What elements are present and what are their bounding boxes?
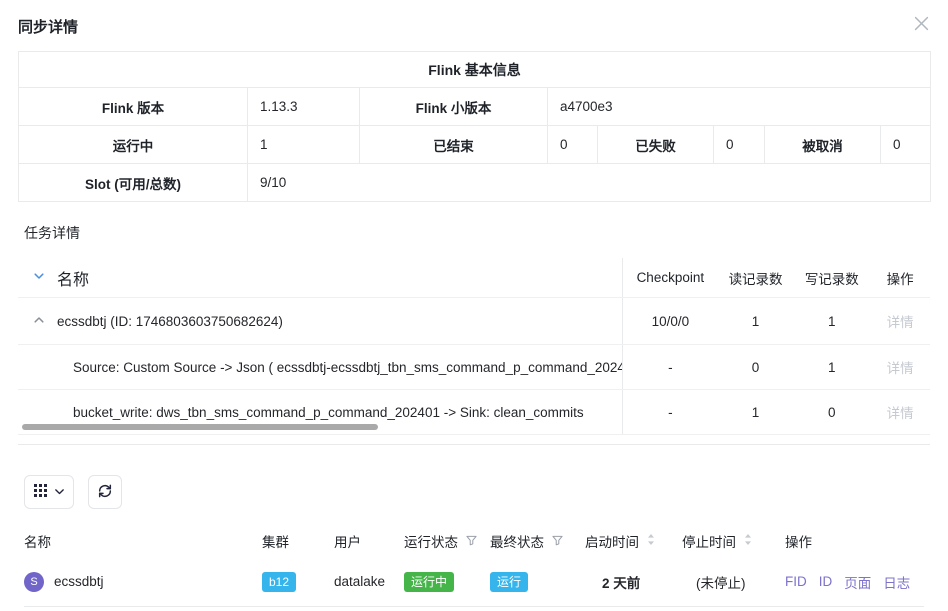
task-read-count: 1	[718, 314, 794, 329]
column-settings-button[interactable]	[24, 475, 74, 509]
column-header-name: 名称	[24, 531, 262, 551]
chevron-down-icon	[33, 270, 45, 285]
flink-version-value: 1.13.3	[248, 88, 360, 126]
task-name: bucket_write: dws_tbn_sms_command_p_comm…	[73, 405, 584, 420]
task-detail-link[interactable]: 详情	[870, 357, 930, 377]
job-start-time: 2 天前	[585, 572, 640, 592]
job-user: datalake	[334, 574, 404, 589]
finished-label: 已结束	[360, 126, 548, 164]
task-checkpoint: -	[623, 405, 718, 420]
sort-button[interactable]	[647, 533, 655, 549]
task-detail-link[interactable]: 详情	[870, 402, 930, 422]
flink-minor-version-value: a4700e3	[548, 88, 931, 126]
canceled-label: 被取消	[765, 126, 881, 164]
modal-header: 同步详情	[0, 0, 948, 37]
flink-info-table: Flink 基本信息 Flink 版本 1.13.3 Flink 小版本 a47…	[18, 51, 931, 202]
task-detail-link[interactable]: 详情	[870, 311, 930, 331]
collapse-row-button[interactable]	[33, 314, 45, 329]
expand-all-button[interactable]	[33, 270, 45, 285]
failed-label: 已失败	[598, 126, 714, 164]
flink-version-label: Flink 版本	[19, 88, 248, 126]
chevron-down-icon	[54, 485, 65, 500]
task-details-title: 任务详情	[24, 223, 948, 243]
modal-title: 同步详情	[18, 16, 930, 37]
close-icon	[914, 16, 929, 34]
horizontal-scrollbar-thumb[interactable]	[22, 424, 378, 430]
slot-value: 9/10	[248, 164, 931, 202]
filter-icon	[466, 534, 477, 549]
sort-icon	[647, 533, 655, 549]
column-header-cluster: 集群	[262, 531, 334, 551]
finished-value: 0	[548, 126, 598, 164]
task-name: ecssdbtj (ID: 1746803603750682624)	[57, 314, 283, 329]
column-header-actions: 操作	[870, 268, 930, 288]
column-header-name: 名称	[57, 266, 89, 290]
avatar: S	[24, 572, 44, 592]
sort-button[interactable]	[744, 533, 752, 549]
column-header-checkpoint: Checkpoint	[623, 270, 718, 285]
sort-icon	[744, 533, 752, 549]
running-label: 运行中	[19, 126, 248, 164]
cluster-badge: b12	[262, 572, 296, 592]
filter-button[interactable]	[552, 534, 563, 549]
jobs-table-header: 名称 集群 用户 运行状态 最终状态 启动时间	[24, 525, 924, 557]
table-row: S ecssdbtj b12 datalake 运行中 运行 2 天前 (未停止…	[24, 557, 924, 607]
id-link[interactable]: ID	[819, 574, 833, 589]
slot-label: Slot (可用/总数)	[19, 164, 248, 202]
task-write-count: 1	[793, 314, 870, 329]
refresh-button[interactable]	[88, 475, 122, 509]
flink-info-title: Flink 基本信息	[19, 52, 931, 88]
column-header-stop-time: 停止时间	[682, 531, 736, 551]
table-row: ecssdbtj (ID: 1746803603750682624) 10/0/…	[18, 298, 930, 345]
column-header-write-records: 写记录数	[793, 268, 870, 288]
chevron-up-icon	[33, 314, 45, 329]
task-write-count: 0	[793, 405, 870, 420]
task-read-count: 1	[718, 405, 794, 420]
flink-minor-version-label: Flink 小版本	[360, 88, 548, 126]
task-checkpoint: -	[623, 360, 718, 375]
column-header-run-status: 运行状态	[404, 531, 458, 551]
task-write-count: 1	[793, 360, 870, 375]
column-header-user: 用户	[334, 531, 404, 551]
canceled-value: 0	[881, 126, 931, 164]
filter-icon	[552, 534, 563, 549]
page-link[interactable]: 页面	[844, 572, 871, 592]
task-read-count: 0	[718, 360, 794, 375]
close-button[interactable]	[912, 16, 930, 34]
failed-value: 0	[714, 126, 765, 164]
run-status-badge: 运行中	[404, 572, 454, 592]
column-header-final-status: 最终状态	[490, 531, 544, 551]
table-toolbar	[24, 475, 948, 509]
log-link[interactable]: 日志	[883, 572, 910, 592]
column-header-actions: 操作	[785, 531, 924, 551]
task-table-header: 名称 Checkpoint 读记录数 写记录数 操作	[18, 258, 930, 298]
column-header-start-time: 启动时间	[585, 531, 639, 551]
filter-button[interactable]	[466, 534, 477, 549]
fid-link[interactable]: FID	[785, 574, 807, 589]
table-row: Source: Custom Source -> Json ( ecssdbtj…	[18, 345, 930, 390]
task-checkpoint: 10/0/0	[623, 314, 718, 329]
jobs-table: 名称 集群 用户 运行状态 最终状态 启动时间	[24, 525, 924, 607]
grid-icon	[34, 484, 47, 500]
task-name: Source: Custom Source -> Json ( ecssdbtj…	[73, 360, 622, 375]
job-stop-time: (未停止)	[682, 572, 746, 592]
job-name: ecssdbtj	[54, 574, 104, 589]
final-status-badge: 运行	[490, 572, 528, 592]
refresh-icon	[97, 483, 113, 502]
task-details-table: 名称 Checkpoint 读记录数 写记录数 操作 ecssdbtj (ID:…	[18, 258, 930, 445]
running-value: 1	[248, 126, 360, 164]
column-header-read-records: 读记录数	[718, 268, 794, 288]
